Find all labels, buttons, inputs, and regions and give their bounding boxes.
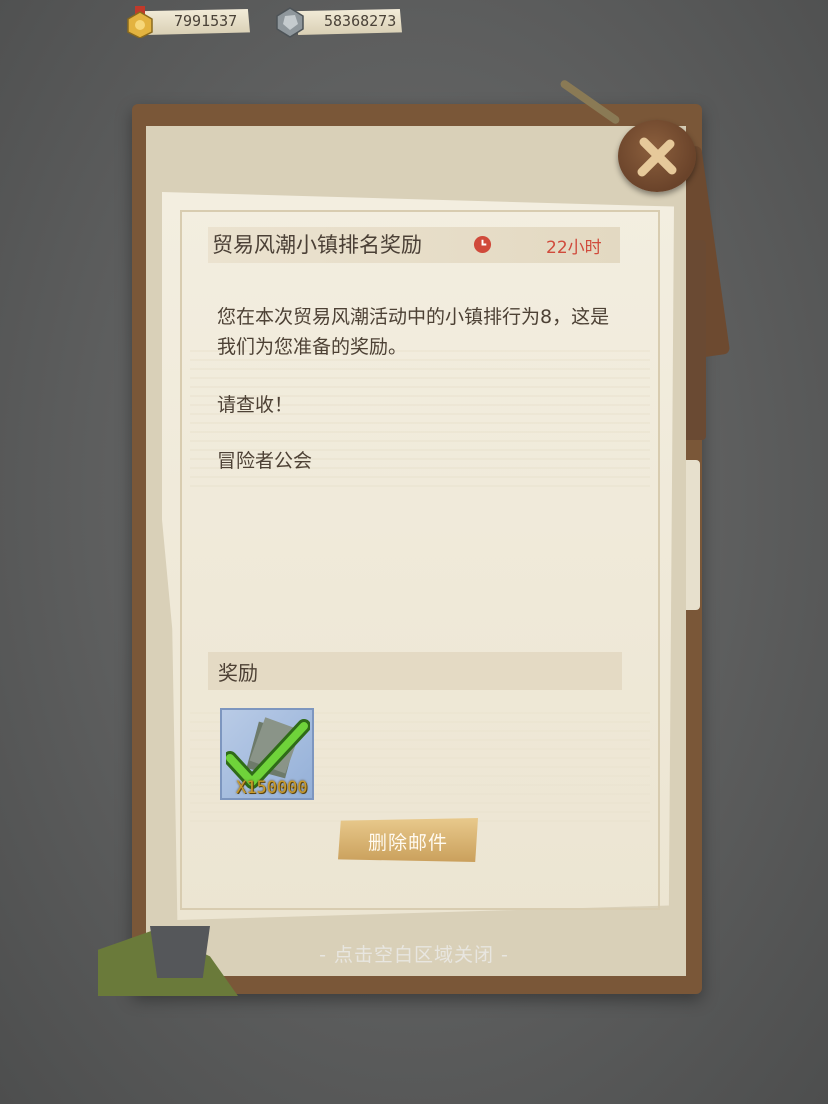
iron-value: 58368273 [324,12,397,30]
gold-value: 7991537 [174,12,238,30]
mail-signature: 冒险者公会 [217,450,313,472]
delete-mail-label: 删除邮件 [367,832,448,854]
gold-medal-icon [127,6,153,38]
mail-body-line: 请查收！ [217,394,294,416]
close-x-icon [637,137,677,177]
close-hint[interactable]: - 点击空白区域关闭 - [0,940,828,967]
reward-header-bar [208,652,622,690]
reward-quantity: X150000 [236,778,308,798]
time-left: 22小时 [546,238,602,258]
reward-title: 奖励 [218,661,258,685]
mail-title: 贸易风潮小镇排名奖励 [212,233,422,257]
close-button[interactable] [618,120,696,192]
game-screen: { "currency": { "gold": { "icon": "gold-… [0,0,828,1104]
iron-ore-icon [276,7,304,38]
gold-currency: 7991537 [124,6,254,38]
iron-currency: 58368273 [274,6,404,38]
delete-mail-button[interactable]: 删除邮件 [338,818,478,862]
mail-body: 您在本次贸易风潮活动中的小镇排行为8，这是我们为您准备的奖励。 请查收！ 冒险者… [217,302,627,476]
clock-icon [473,235,492,254]
mail-body-line: 您在本次贸易风潮活动中的小镇排行为8，这是我们为您准备的奖励。 [217,306,610,358]
